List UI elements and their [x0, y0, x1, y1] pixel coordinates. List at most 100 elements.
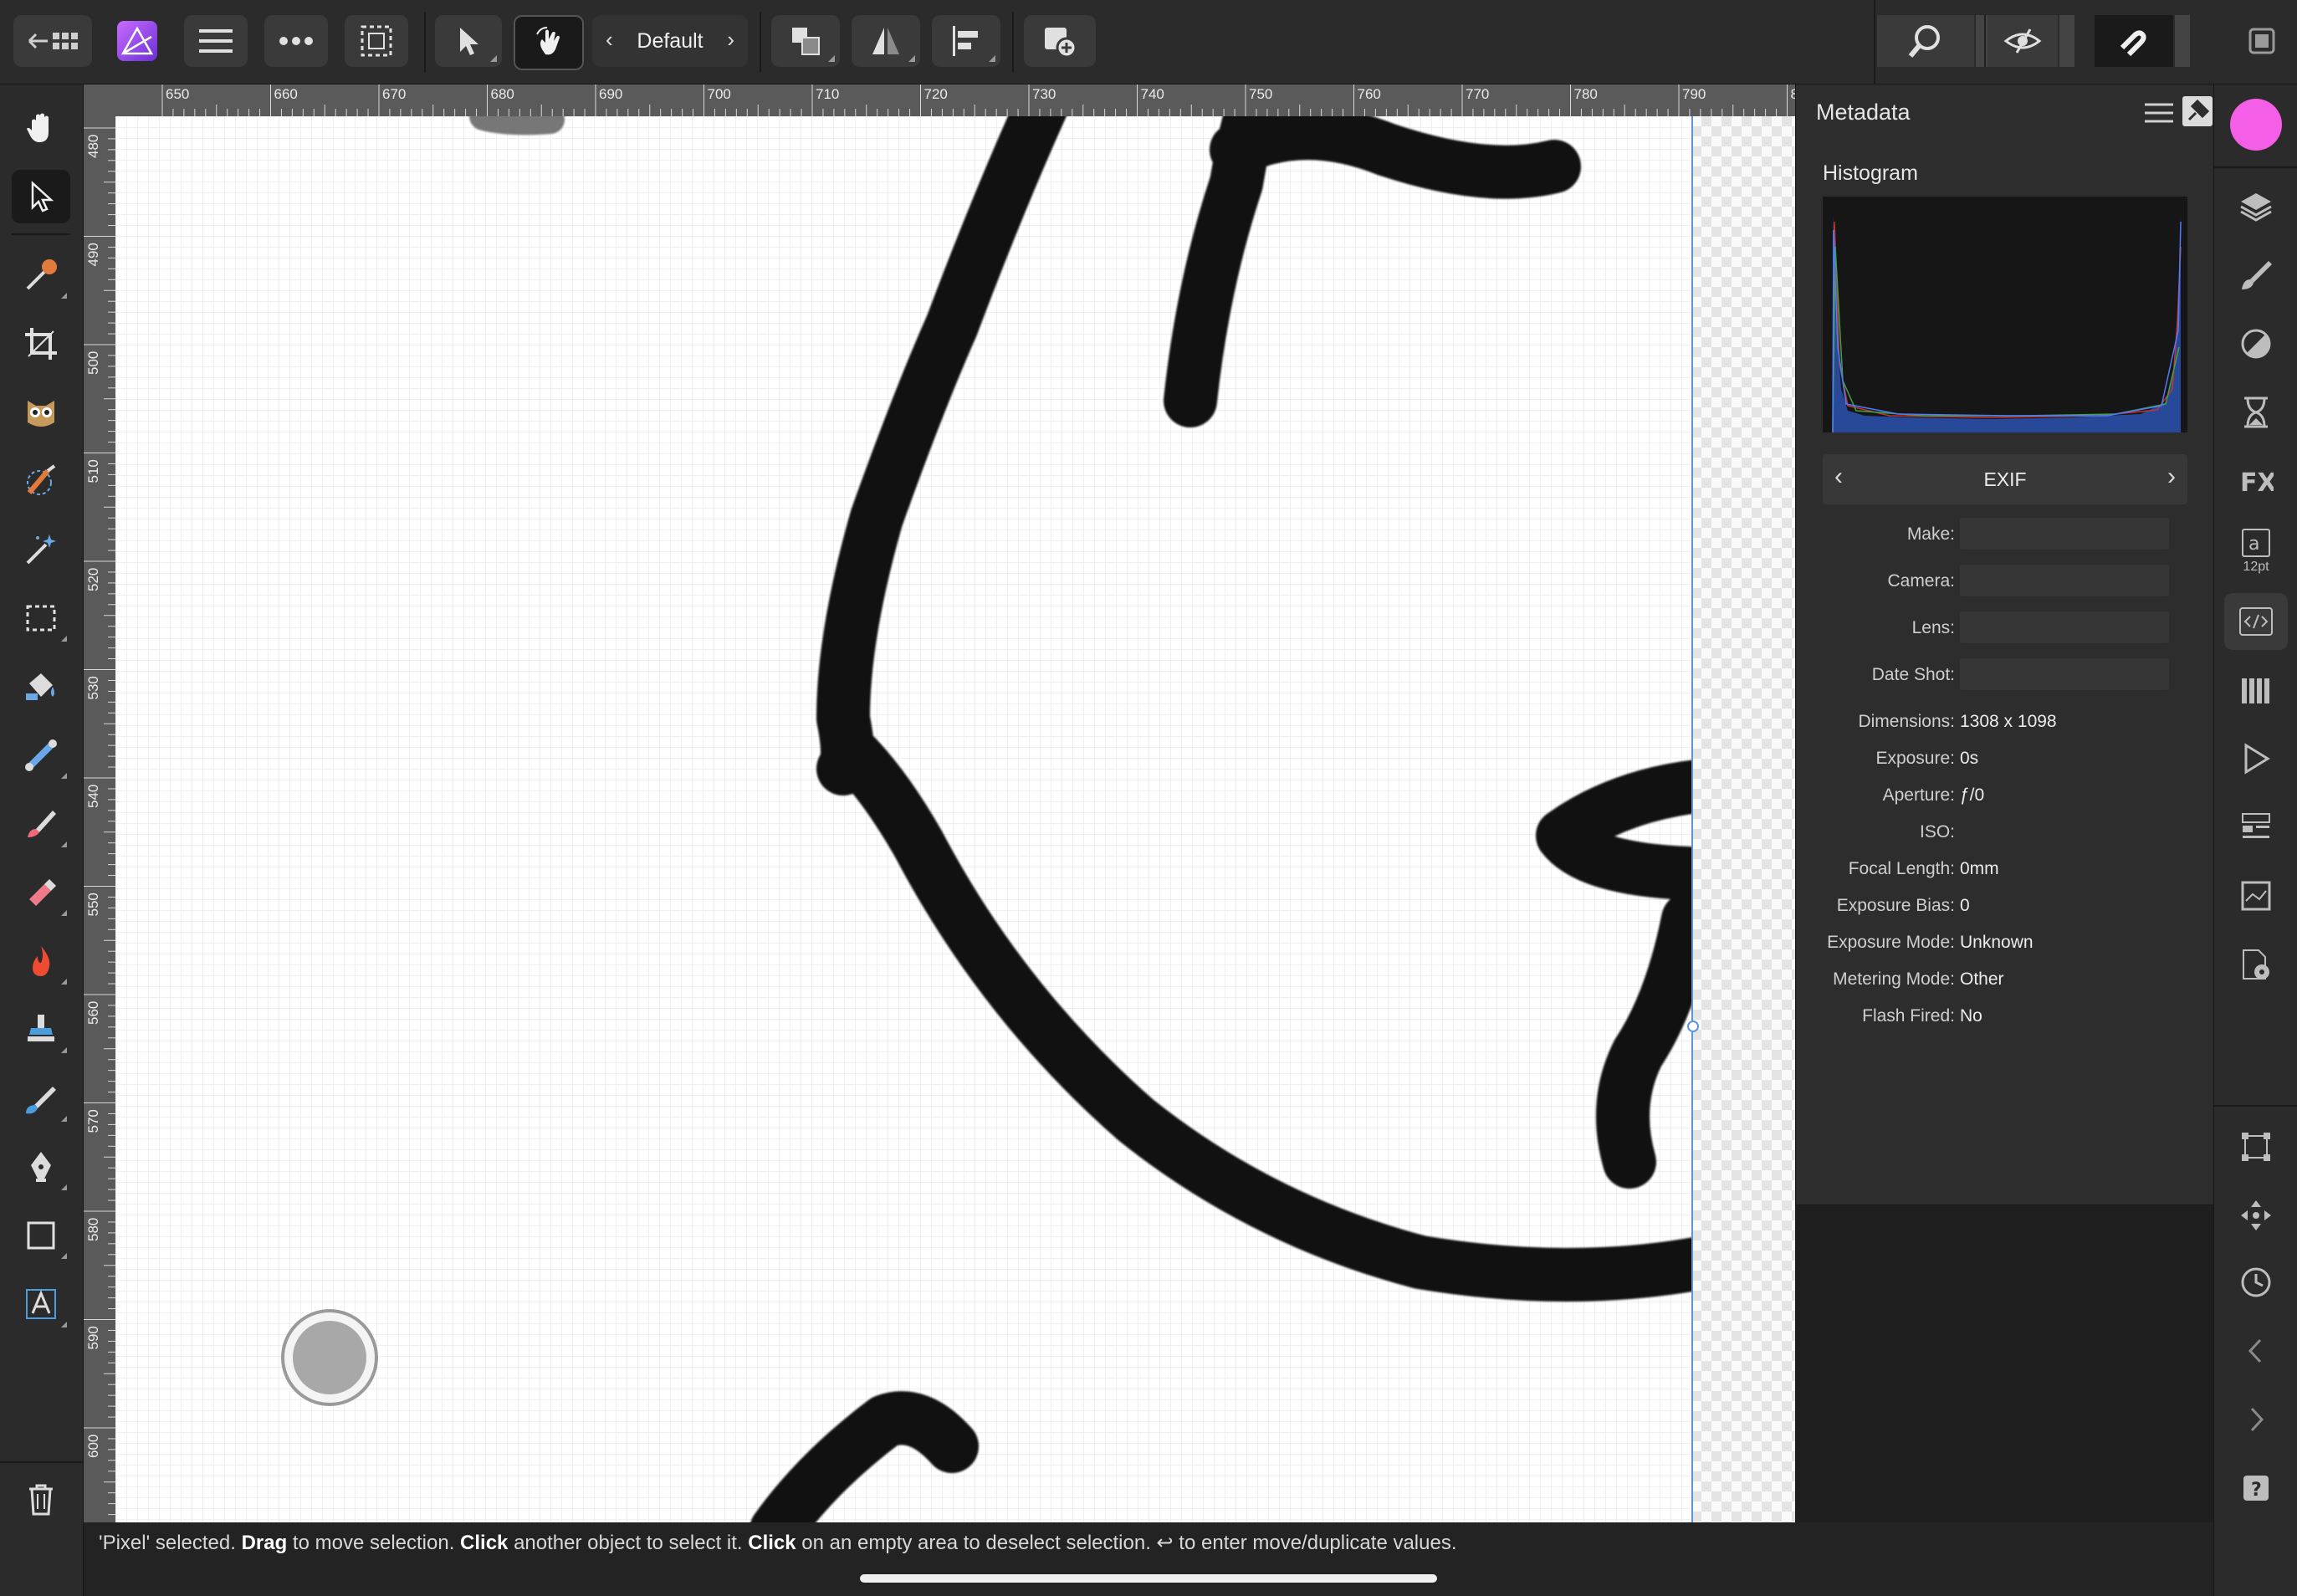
snapping-button[interactable] — [2095, 15, 2173, 67]
vertical-ruler[interactable]: 480 490 500 510 520 530 540 550 560 570 580 590 600 — [84, 116, 115, 1522]
history-clock-button[interactable] — [2224, 1254, 2288, 1311]
exif-navigator: ‹ EXIF › — [1823, 454, 2187, 504]
clone-tool[interactable] — [12, 1003, 70, 1056]
menu-button[interactable] — [184, 15, 248, 67]
stamp-icon — [28, 1015, 54, 1041]
erase-brush-tool[interactable] — [12, 866, 70, 919]
svg-text:?: ? — [2251, 1480, 2262, 1501]
ruler-label: 700 — [708, 86, 731, 102]
rectangle-tool[interactable] — [12, 1209, 70, 1262]
red-eye-tool[interactable] — [12, 386, 70, 439]
make-field[interactable] — [1960, 518, 2169, 550]
effects-studio-button[interactable]: FX — [2224, 453, 2288, 509]
studio-toggle-button[interactable] — [2238, 15, 2285, 67]
panel-pin-button[interactable] — [2182, 96, 2213, 126]
touch-mode-button[interactable] — [514, 15, 584, 70]
home-indicator[interactable] — [860, 1574, 1437, 1583]
dodge-burn-tool[interactable] — [12, 934, 70, 988]
move-arrows-icon — [2241, 1200, 2271, 1230]
color-swatch — [2230, 99, 2282, 151]
help-button[interactable]: ? — [2224, 1460, 2288, 1517]
undo-button[interactable] — [2224, 1322, 2288, 1379]
view-mode-button[interactable] — [1987, 15, 2058, 67]
color-picker-tool[interactable] — [12, 248, 70, 302]
gradient-tool[interactable] — [12, 729, 70, 782]
ruler-label: 690 — [599, 86, 622, 102]
navigator-studio-button[interactable] — [2224, 867, 2288, 924]
arrange-button[interactable] — [771, 15, 840, 67]
snapping-options[interactable] — [2175, 15, 2190, 67]
more-button[interactable] — [264, 15, 328, 67]
paint-bucket-icon — [26, 673, 54, 700]
svg-text:FX: FX — [2240, 468, 2274, 496]
hand-touch-icon — [536, 27, 560, 55]
pen-nib-icon — [31, 1152, 51, 1182]
marquee-tool[interactable] — [12, 591, 70, 645]
macro-studio-button[interactable] — [2224, 730, 2288, 787]
meta-row-iso: ISO: — [1919, 822, 1955, 841]
code-icon — [2239, 607, 2273, 636]
ruler-label: 780 — [1574, 86, 1598, 102]
paint-brush-tool[interactable] — [12, 797, 70, 851]
crop-tool[interactable] — [12, 317, 70, 371]
arrow-cursor-icon — [460, 28, 478, 55]
channels-studio-button[interactable] — [2224, 662, 2288, 719]
horizontal-ruler[interactable]: 650 660 670 680 690 700 710 720 730 740 750 760 770 7… — [84, 84, 1795, 116]
delete-button[interactable] — [12, 1473, 70, 1527]
text-styles-studio-button[interactable]: a 12pt — [2224, 519, 2288, 583]
ruler-label: 550 — [85, 893, 101, 916]
panel-title: Metadata — [1816, 100, 1911, 125]
panel-menu-button[interactable] — [2142, 96, 2176, 130]
chevron-left-icon — [2248, 1338, 2262, 1363]
selection-mode-button[interactable] — [345, 15, 408, 67]
metadata-studio-button[interactable] — [2224, 593, 2288, 650]
ruler-label: 660 — [274, 86, 298, 102]
layers-studio-button[interactable] — [2224, 178, 2288, 235]
document-canvas[interactable] — [115, 116, 1795, 1522]
back-grid-button[interactable] — [13, 15, 92, 67]
selection-handle[interactable] — [1687, 1021, 1699, 1032]
library-studio-button[interactable] — [2224, 799, 2288, 856]
pen-tool[interactable] — [12, 1140, 70, 1194]
flood-select-tool[interactable] — [12, 523, 70, 576]
add-layer-button[interactable] — [1024, 15, 1096, 67]
camera-field[interactable] — [1960, 565, 2169, 596]
ruler-label: 740 — [1141, 86, 1164, 102]
brushes-studio-button[interactable] — [2224, 247, 2288, 304]
transform-studio-button[interactable] — [2224, 1118, 2288, 1175]
zoom-button[interactable] — [1877, 15, 1974, 67]
app-button[interactable] — [107, 15, 167, 67]
adjustments-studio-button[interactable] — [2224, 315, 2288, 372]
selection-brush-tool[interactable] — [12, 454, 70, 508]
hourglass-icon — [2244, 396, 2268, 428]
document-gear-icon — [2243, 949, 2269, 980]
view-tool[interactable] — [12, 101, 70, 155]
chevron-right-icon[interactable]: › — [2167, 463, 2176, 491]
move-tool[interactable] — [12, 170, 70, 223]
fill-tool[interactable] — [12, 660, 70, 714]
move-tool-button[interactable] — [435, 15, 502, 67]
chevron-right-icon[interactable]: › — [727, 27, 734, 53]
lens-field[interactable] — [1960, 611, 2169, 643]
meta-row-exposure-bias: Exposure Bias: 0 — [1836, 896, 1970, 915]
meta-row-dimensions: Dimensions: 1308 x 1098 — [1858, 712, 2057, 731]
touch-modifier-button[interactable] — [281, 1309, 378, 1406]
move-studio-button[interactable] — [2224, 1187, 2288, 1244]
ruler-label: 540 — [85, 785, 101, 808]
history-studio-button[interactable] — [2224, 384, 2288, 441]
color-swatch-button[interactable] — [2224, 96, 2288, 153]
context-preset-selector[interactable]: ‹ Default › — [592, 15, 748, 67]
align-button[interactable] — [932, 15, 1000, 67]
text-tool[interactable] — [12, 1277, 70, 1331]
chevron-left-icon[interactable]: ‹ — [606, 27, 613, 53]
histogram-graph — [1832, 213, 2182, 433]
redo-button[interactable] — [2224, 1391, 2288, 1448]
pixel-layer[interactable] — [115, 116, 1691, 1522]
view-options[interactable] — [2059, 15, 2074, 67]
top-toolbar: ‹ Default › — [0, 0, 2297, 84]
smudge-tool[interactable] — [12, 1072, 70, 1125]
crop-icon — [25, 328, 57, 360]
settings-studio-button[interactable] — [2224, 936, 2288, 993]
date-shot-field[interactable] — [1960, 658, 2169, 690]
flip-button[interactable] — [852, 15, 920, 67]
